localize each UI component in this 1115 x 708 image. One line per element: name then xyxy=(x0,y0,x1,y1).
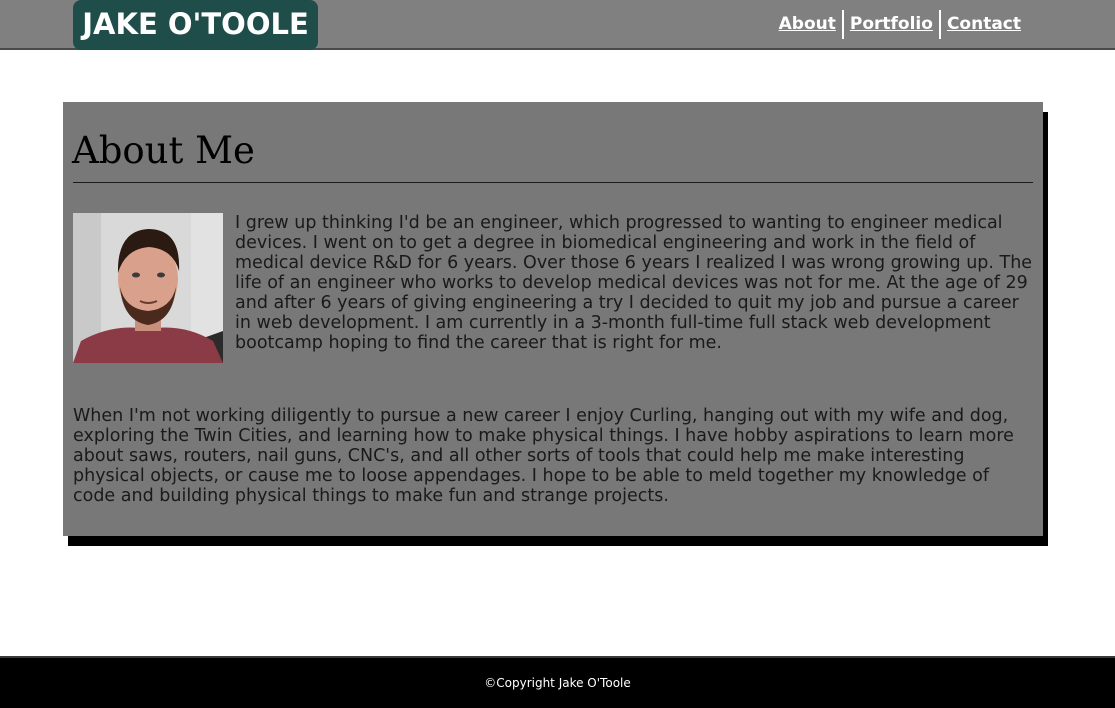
profile-photo-illustration xyxy=(73,213,223,363)
main-nav: About Portfolio Contact xyxy=(773,10,1027,39)
title-divider xyxy=(73,182,1033,183)
nav-link-portfolio[interactable]: Portfolio xyxy=(844,10,939,39)
copyright-text: ©Copyright Jake O'Toole xyxy=(484,676,631,690)
profile-photo xyxy=(73,213,223,363)
about-paragraph-1: I grew up thinking I'd be an engineer, w… xyxy=(235,213,1033,353)
nav-link-contact[interactable]: Contact xyxy=(941,10,1027,39)
site-header: JAKE O'TOOLE About Portfolio Contact xyxy=(0,0,1115,50)
site-logo[interactable]: JAKE O'TOOLE xyxy=(73,0,318,50)
about-title: About Me xyxy=(72,129,255,172)
site-footer: ©Copyright Jake O'Toole xyxy=(0,656,1115,708)
about-card: About Me I grew up thinking I'd be an en… xyxy=(63,102,1043,536)
nav-link-about[interactable]: About xyxy=(773,10,842,39)
about-paragraph-2: When I'm not working diligently to pursu… xyxy=(73,406,1014,506)
